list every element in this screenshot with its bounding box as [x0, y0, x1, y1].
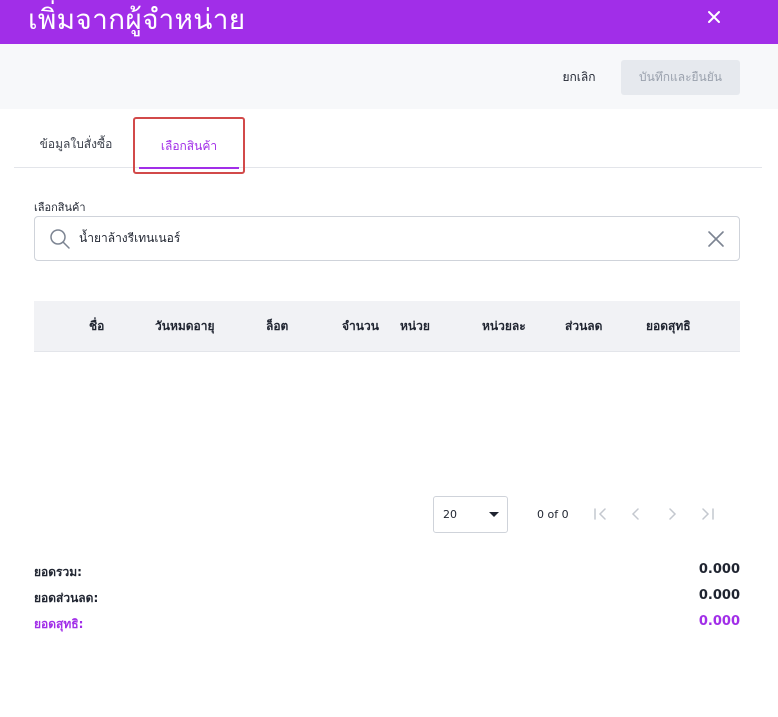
discount-total-value: 0.000 — [698, 588, 740, 603]
dropdown-caret-icon — [489, 512, 499, 517]
column-header-name[interactable]: ชื่อ — [89, 301, 104, 351]
active-tab-indicator — [139, 167, 239, 169]
tab-bar: ข้อมูลใบสั่งซื้อ เลือกสินค้า — [14, 117, 762, 174]
search-icon — [50, 229, 70, 249]
column-header-quantity[interactable]: จำนวน — [342, 301, 379, 351]
total-value: 0.000 — [698, 562, 740, 577]
total-label: ยอดรวม: — [34, 565, 82, 579]
clear-icon[interactable] — [705, 228, 727, 250]
column-header-unit[interactable]: หน่วย — [400, 301, 430, 351]
product-search-field[interactable] — [34, 216, 740, 261]
column-header-net-total[interactable]: ยอดสุทธิ — [646, 301, 691, 351]
tab-select-products-label: เลือกสินค้า — [160, 139, 218, 153]
last-page-icon[interactable] — [697, 503, 719, 525]
net-total-value: 0.000 — [698, 614, 740, 629]
product-search-label: เลือกสินค้า — [34, 201, 86, 214]
page-size-select[interactable]: 20 — [433, 496, 508, 533]
cancel-button[interactable]: ยกเลิก — [544, 60, 614, 94]
close-icon[interactable] — [700, 3, 728, 31]
net-total-label: ยอดสุทธิ: — [34, 617, 84, 631]
action-bar: ยกเลิก บันทึกและยืนยัน — [0, 44, 778, 109]
column-header-discount[interactable]: ส่วนลด — [565, 301, 602, 351]
dialog-header: เพิ่มจากผู้จำหน่าย — [0, 0, 778, 44]
first-page-icon[interactable] — [589, 503, 611, 525]
discount-total-label: ยอดส่วนลด: — [34, 591, 99, 605]
chevron-right-icon[interactable] — [661, 503, 683, 525]
chevron-left-icon[interactable] — [625, 503, 647, 525]
column-header-lot[interactable]: ล็อต — [266, 301, 288, 351]
table-header: ชื่อ วันหมดอายุ ล็อต จำนวน หน่วย หน่วยละ… — [34, 301, 740, 352]
save-confirm-button[interactable]: บันทึกและยืนยัน — [621, 60, 740, 95]
dialog-title: เพิ่มจากผู้จำหน่าย — [28, 3, 246, 36]
page-size-value: 20 — [443, 508, 457, 521]
column-header-unit-price[interactable]: หน่วยละ — [482, 301, 526, 351]
tab-select-products[interactable]: เลือกสินค้า — [133, 117, 245, 174]
page-range-text: 0 of 0 — [537, 508, 569, 521]
column-header-expiry[interactable]: วันหมดอายุ — [155, 301, 215, 351]
tab-purchase-order-info[interactable]: ข้อมูลใบสั่งซื้อ — [22, 117, 130, 167]
product-search-input[interactable] — [79, 217, 679, 260]
